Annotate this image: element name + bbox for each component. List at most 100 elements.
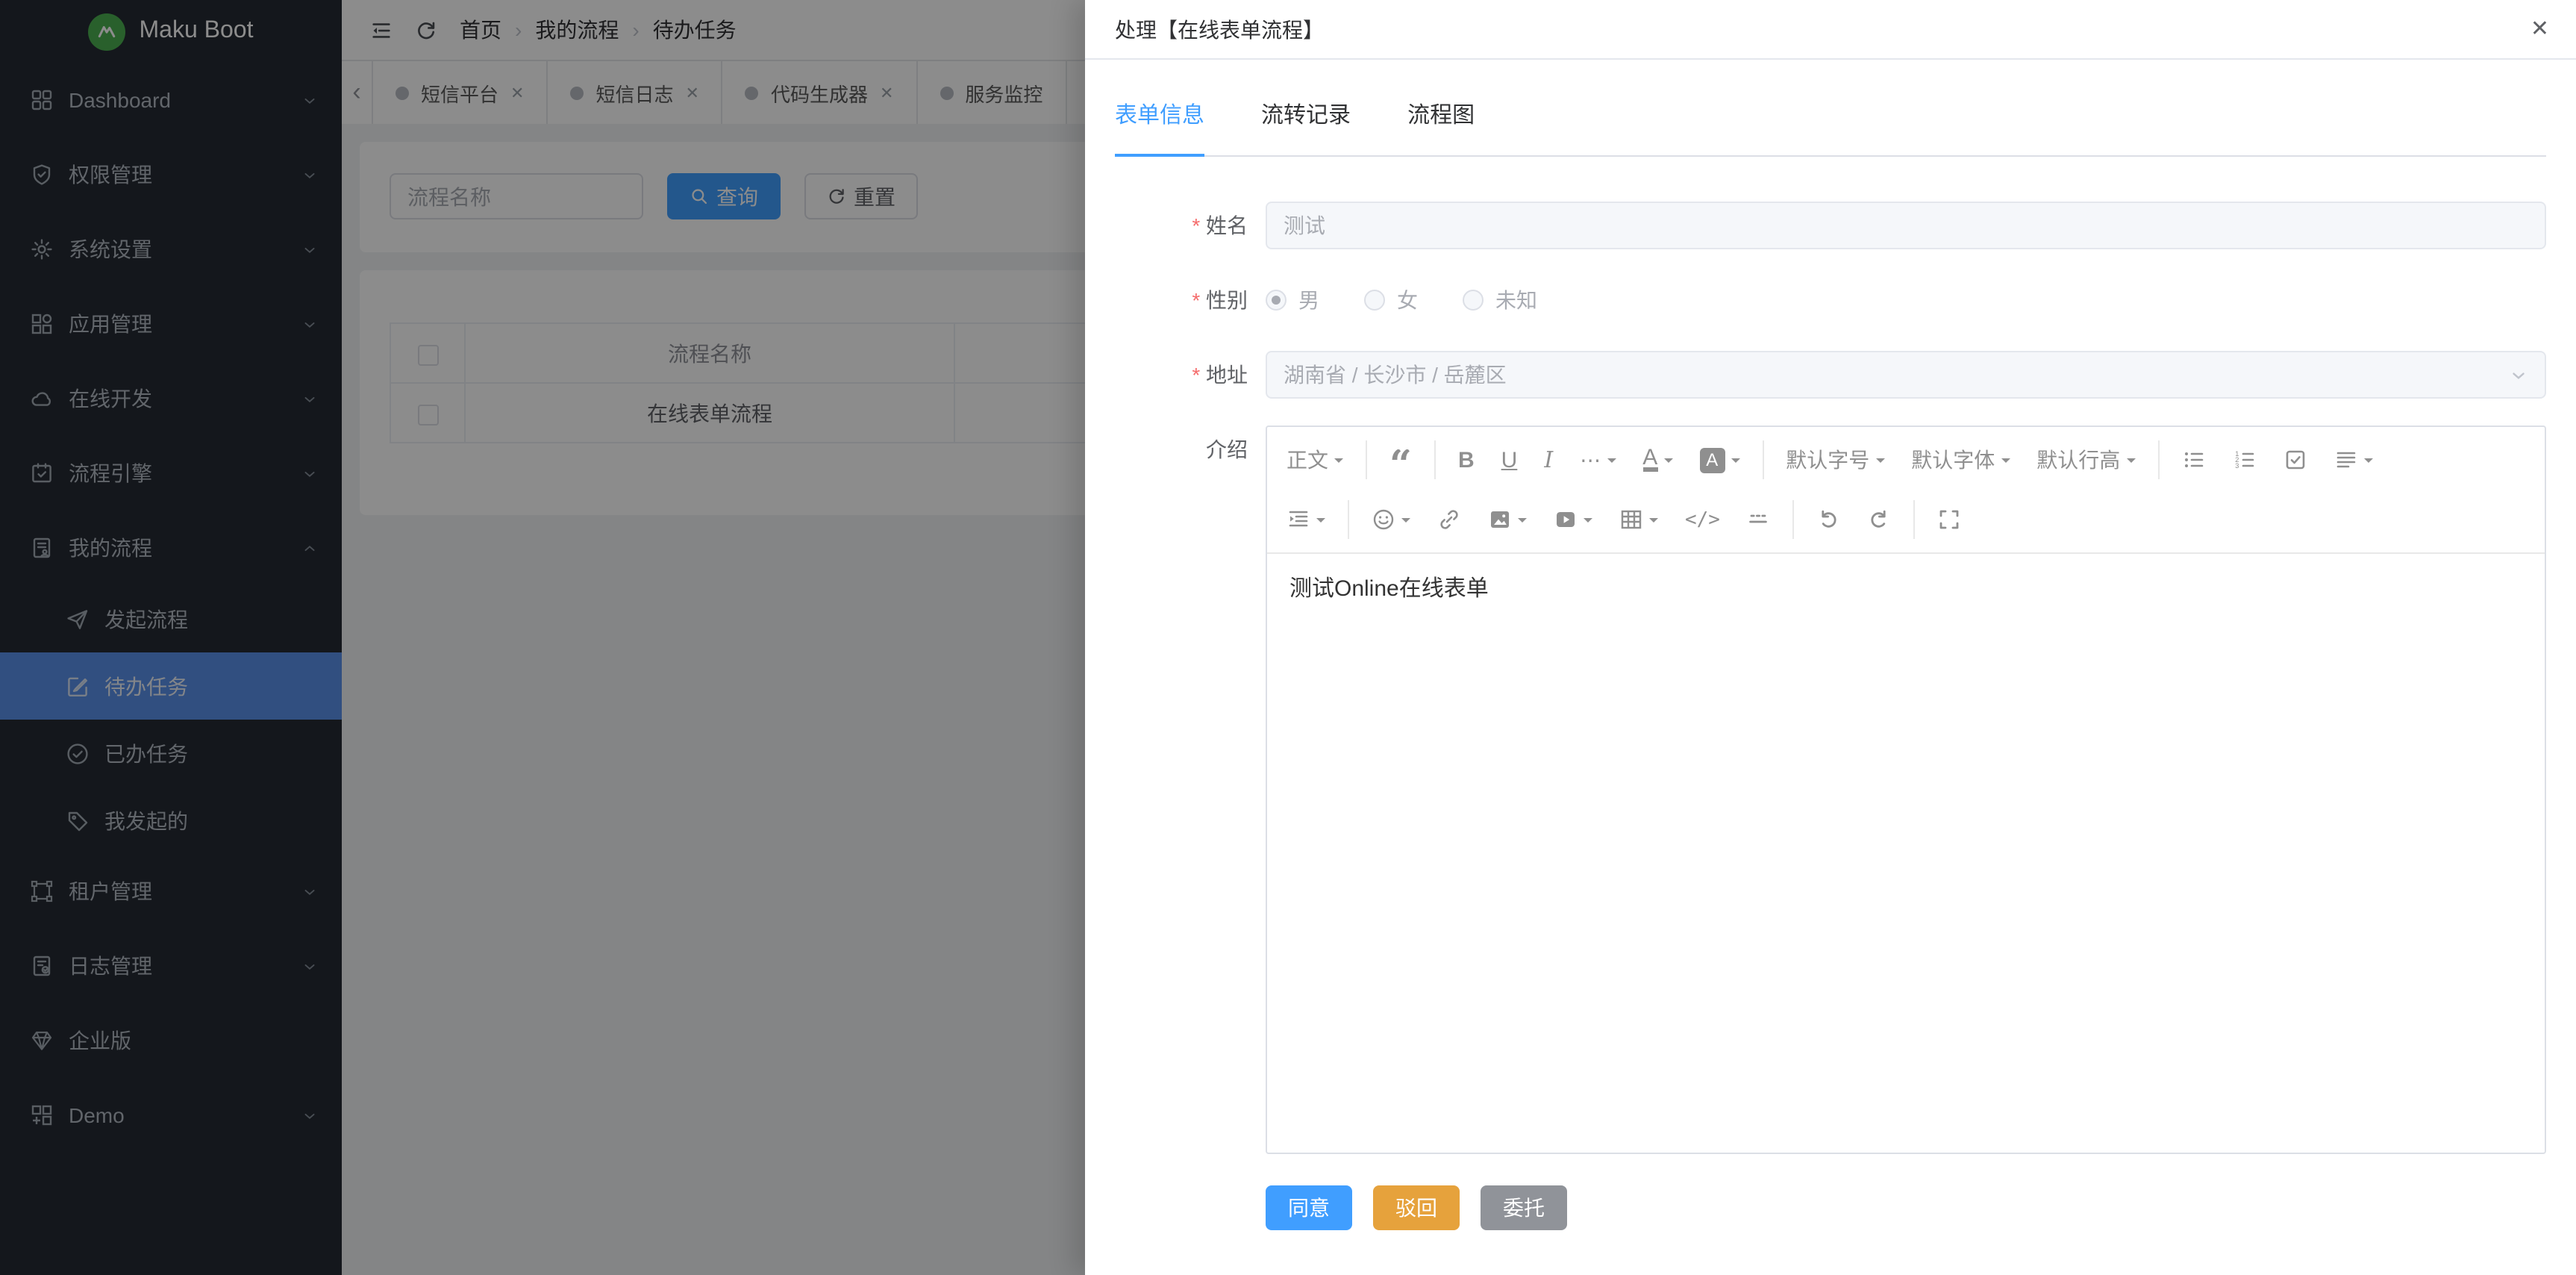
- toolbar-divider: [1793, 500, 1795, 539]
- caret-down-icon: [1401, 518, 1410, 527]
- more-styles-dropdown[interactable]: ⋯: [1566, 439, 1629, 481]
- caret-down-icon: [1875, 458, 1884, 467]
- gender-radio-unknown[interactable]: 未知: [1463, 285, 1537, 315]
- toolbar-divider: [1914, 500, 1916, 539]
- caret-down-icon: [1663, 458, 1672, 467]
- address-label: 地址: [1115, 351, 1266, 399]
- redo-button[interactable]: [1854, 499, 1905, 540]
- gender-radio-male[interactable]: 男: [1266, 285, 1319, 315]
- radio-dot-icon: [1364, 290, 1385, 311]
- radio-dot-icon: [1266, 290, 1287, 311]
- image-icon: [1488, 508, 1512, 531]
- bullet-list-icon: [2181, 448, 2205, 472]
- caret-down-icon: [1731, 458, 1739, 467]
- code-block-button[interactable]: </>: [1672, 499, 1734, 540]
- underline-button[interactable]: U: [1488, 439, 1531, 481]
- more-icon: ⋯: [1580, 447, 1601, 473]
- video-icon: [1554, 508, 1578, 531]
- toolbar-divider: [1366, 440, 1367, 479]
- indent-dropdown[interactable]: [1273, 499, 1339, 540]
- editor-toolbar-row-1: 正文 “ B U I: [1273, 430, 2539, 490]
- process-drawer: 处理【在线表单流程】 ✕ 表单信息 流转记录 流程图 姓名 性别: [1085, 0, 2576, 1275]
- caret-down-icon: [1316, 518, 1325, 527]
- bold-button[interactable]: B: [1445, 439, 1488, 481]
- toolbar-divider: [1348, 500, 1349, 539]
- toolbar-divider: [2157, 440, 2159, 479]
- form-row-address: 地址 湖南省 / 长沙市 / 岳麓区: [1115, 351, 2546, 399]
- toolbar-divider: [1762, 440, 1763, 479]
- redo-icon: [1868, 508, 1892, 531]
- font-size-dropdown[interactable]: 默认字号: [1772, 439, 1898, 481]
- delegate-button[interactable]: 委托: [1481, 1185, 1567, 1230]
- fullscreen-button[interactable]: [1925, 499, 1975, 540]
- chevron-down-icon: [2509, 365, 2528, 384]
- app-root: Maku Boot Dashboard 权限管理 系统设置 应用管理: [0, 0, 2576, 1275]
- indent-icon: [1287, 508, 1310, 531]
- editor-toolbar: 正文 “ B U I: [1267, 427, 2545, 554]
- paragraph-style-dropdown[interactable]: 正文: [1273, 439, 1357, 481]
- gender-radio-group: 男 女 未知: [1266, 276, 2546, 324]
- reject-button[interactable]: 驳回: [1373, 1185, 1460, 1230]
- todo-list-button[interactable]: [2269, 439, 2320, 481]
- background-color-dropdown[interactable]: A: [1686, 439, 1753, 481]
- close-icon[interactable]: ✕: [2530, 18, 2549, 40]
- insert-link-button[interactable]: [1424, 499, 1475, 540]
- ordered-list-icon: 123: [2232, 448, 2256, 472]
- address-cascader[interactable]: 湖南省 / 长沙市 / 岳麓区: [1266, 351, 2546, 399]
- insert-image-dropdown[interactable]: [1475, 499, 1540, 540]
- bg-color-icon: A: [1699, 447, 1725, 473]
- italic-button[interactable]: I: [1531, 439, 1566, 481]
- name-label: 姓名: [1115, 202, 1266, 249]
- toolbar-divider: [1434, 440, 1436, 479]
- caret-down-icon: [2001, 458, 2010, 467]
- drawer-tabs: 表单信息 流转记录 流程图: [1115, 60, 2546, 157]
- gender-radio-female[interactable]: 女: [1364, 285, 1418, 315]
- caret-down-icon: [1518, 518, 1527, 527]
- caret-down-icon: [1607, 458, 1616, 467]
- checklist-icon: [2283, 448, 2307, 472]
- gender-label: 性别: [1115, 276, 1266, 324]
- insert-divider-button[interactable]: [1734, 499, 1784, 540]
- name-field[interactable]: [1266, 202, 2546, 249]
- font-color-dropdown[interactable]: A: [1629, 439, 1686, 481]
- insert-table-dropdown[interactable]: [1606, 499, 1672, 540]
- undo-icon: [1817, 508, 1841, 531]
- svg-text:3: 3: [2234, 462, 2238, 470]
- blockquote-button[interactable]: “: [1376, 439, 1425, 481]
- drawer-title: 处理【在线表单流程】: [1115, 14, 1324, 44]
- tab-flow-diagram[interactable]: 流程图: [1407, 99, 1475, 155]
- insert-video-dropdown[interactable]: [1540, 499, 1606, 540]
- fullscreen-icon: [1938, 508, 1962, 531]
- drawer-body: 表单信息 流转记录 流程图 姓名 性别 男: [1085, 60, 2576, 1230]
- font-family-dropdown[interactable]: 默认字体: [1898, 439, 2023, 481]
- caret-down-icon: [2363, 458, 2372, 467]
- line-height-dropdown[interactable]: 默认行高: [2023, 439, 2148, 481]
- horizontal-rule-icon: [1747, 508, 1771, 531]
- table-icon: [1619, 508, 1643, 531]
- tab-form-info[interactable]: 表单信息: [1115, 99, 1204, 155]
- agree-button[interactable]: 同意: [1266, 1185, 1352, 1230]
- process-form: 姓名 性别 男 女: [1115, 202, 2546, 1230]
- form-row-gender: 性别 男 女 未知: [1115, 276, 2546, 324]
- undo-button[interactable]: [1804, 499, 1854, 540]
- align-dropdown[interactable]: [2320, 439, 2386, 481]
- quote-icon: “: [1389, 449, 1412, 471]
- radio-dot-icon: [1463, 290, 1484, 311]
- rich-text-editor: 正文 “ B U I: [1266, 425, 2546, 1154]
- caret-down-icon: [1584, 518, 1592, 527]
- align-icon: [2333, 448, 2357, 472]
- caret-down-icon: [2126, 458, 2135, 467]
- link-icon: [1437, 508, 1461, 531]
- tab-flow-records[interactable]: 流转记录: [1261, 99, 1351, 155]
- form-row-intro: 介绍 正文 “: [1115, 425, 2546, 1154]
- intro-label: 介绍: [1115, 425, 1266, 473]
- bullet-list-button[interactable]: [2168, 439, 2219, 481]
- ordered-list-button[interactable]: 123: [2219, 439, 2269, 481]
- drawer-actions: 同意 驳回 委托: [1266, 1185, 2546, 1230]
- editor-toolbar-row-2: </>: [1273, 490, 2539, 549]
- editor-content[interactable]: 测试Online在线表单: [1267, 554, 2545, 1153]
- emoji-dropdown[interactable]: [1358, 499, 1424, 540]
- form-row-name: 姓名: [1115, 202, 2546, 249]
- caret-down-icon: [1649, 518, 1658, 527]
- font-color-icon: A: [1642, 448, 1657, 472]
